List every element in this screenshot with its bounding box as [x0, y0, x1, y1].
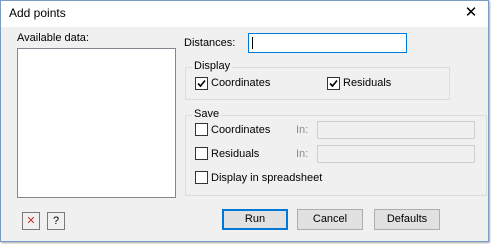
- display-coordinates-checkbox[interactable]: [195, 77, 208, 90]
- display-coordinates-label: Coordinates: [211, 77, 271, 89]
- clear-icon: ✕: [26, 215, 36, 227]
- clear-button[interactable]: ✕: [22, 212, 40, 230]
- available-data-list[interactable]: [17, 48, 176, 198]
- save-residuals-label: Residuals: [211, 148, 260, 160]
- display-residuals-label: Residuals: [343, 77, 392, 89]
- text-caret: [252, 37, 253, 49]
- help-button[interactable]: ?: [47, 212, 65, 230]
- close-icon[interactable]: ✕: [462, 4, 480, 22]
- add-points-dialog: Add points ✕ Available data: Distances: …: [0, 0, 489, 242]
- display-in-spreadsheet-label: Display in spreadsheet: [211, 172, 323, 184]
- save-residuals-in-label: In:: [296, 148, 309, 160]
- save-residuals-input[interactable]: [317, 145, 475, 163]
- save-coordinates-checkbox[interactable]: [195, 123, 208, 136]
- cancel-button[interactable]: Cancel: [297, 209, 363, 230]
- save-coordinates-input[interactable]: [317, 121, 475, 139]
- checkmark-icon: [329, 79, 338, 88]
- run-button[interactable]: Run: [222, 209, 288, 230]
- save-residuals-checkbox[interactable]: [195, 147, 208, 160]
- display-in-spreadsheet-checkbox[interactable]: [195, 171, 208, 184]
- window-title: Add points: [9, 6, 66, 20]
- save-coordinates-label: Coordinates: [211, 124, 271, 136]
- display-group-legend: Display: [192, 60, 233, 72]
- help-icon: ?: [52, 215, 60, 227]
- distances-label: Distances:: [184, 37, 236, 49]
- distances-input[interactable]: [248, 33, 407, 53]
- display-residuals-checkbox[interactable]: [327, 77, 340, 90]
- defaults-button[interactable]: Defaults: [374, 209, 440, 230]
- save-group-legend: Save: [192, 108, 222, 120]
- title-bar: Add points ✕: [1, 1, 488, 27]
- checkmark-icon: [197, 79, 206, 88]
- available-data-label: Available data:: [17, 32, 89, 44]
- save-coordinates-in-label: In:: [296, 124, 309, 136]
